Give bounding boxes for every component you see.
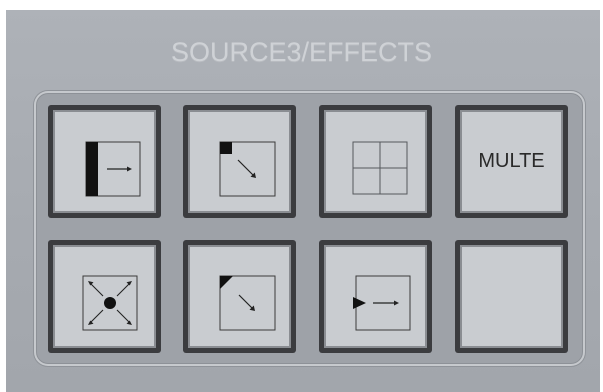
button-face [53, 245, 156, 348]
panel-title: SOURCE3/EFFECTS [170, 37, 433, 67]
diagonal-wipe-arrow-icon [219, 275, 276, 331]
push-right-button[interactable] [319, 240, 432, 353]
wipe-left-button[interactable] [48, 105, 161, 218]
effects-panel: SOURCE3/EFFECTS MULTE [0, 0, 603, 392]
panel-top-edge [0, 0, 603, 10]
corner-wipe-button[interactable] [183, 105, 296, 218]
center-expand-button[interactable] [48, 240, 161, 353]
push-triangle-arrow-icon [353, 275, 411, 331]
button-face [53, 110, 156, 213]
button-face [188, 245, 291, 348]
multe-label: MULTE [478, 150, 545, 172]
diagonal-wipe-button[interactable] [183, 240, 296, 353]
button-face [324, 110, 427, 213]
center-expand-arrows-icon [82, 275, 138, 331]
wipe-bar-arrow-right-icon [85, 141, 141, 197]
blank-button[interactable] [455, 240, 568, 353]
multe-button[interactable]: MULTE [455, 105, 568, 218]
quad-split-button[interactable] [319, 105, 432, 218]
button-face: MULTE [460, 110, 563, 213]
quad-split-icon [352, 141, 408, 195]
button-face [188, 110, 291, 213]
button-face [324, 245, 427, 348]
corner-wipe-arrow-icon [219, 141, 276, 197]
button-face [460, 245, 563, 348]
